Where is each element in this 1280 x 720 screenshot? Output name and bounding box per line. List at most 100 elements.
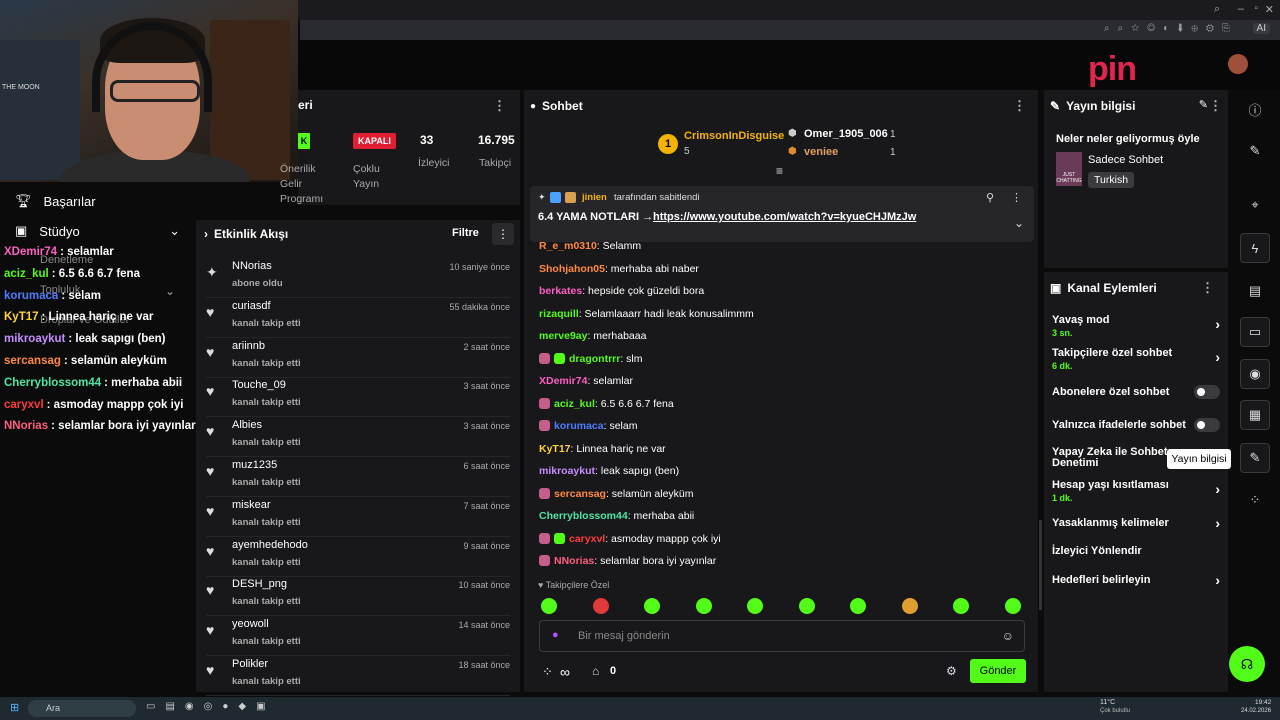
taskbar-app-icons[interactable]: ▭▤◉◎●◆▣ [146, 701, 276, 712]
goals-row[interactable]: Hedefleri belirleyin › [1052, 572, 1220, 588]
follower-chat-row[interactable]: Takipçilere özel sohbet 6 dk. › [1052, 347, 1220, 371]
activity-item[interactable]: ♥ Albies kanalı takip etti 3 saat önce [206, 417, 510, 458]
chat-username[interactable]: sercansag [554, 488, 606, 500]
more-icon[interactable]: ⋮ [493, 98, 506, 114]
ai-moderation-row[interactable]: Yapay Zeka ile Sohbet Denetimi [1052, 447, 1170, 469]
activity-item[interactable]: ♥ Touche_09 kanalı takip etti 3 saat önce [206, 377, 510, 418]
sub-chat-toggle[interactable] [1194, 385, 1220, 399]
emote-icon[interactable] [850, 598, 866, 614]
activity-item[interactable]: ♥ muz1235 kanalı takip etti 6 saat önce [206, 457, 510, 497]
raid-row[interactable]: İzleyici Yönlendir [1052, 545, 1220, 557]
emote-chat-toggle[interactable] [1194, 418, 1220, 432]
document-icon[interactable]: ▤ [1240, 276, 1270, 306]
activity-item[interactable]: ♥ ayemhedehodo kanalı takip etti 9 saat önc… [206, 537, 510, 577]
scrollbar[interactable] [1039, 520, 1042, 610]
kick-emote-icon[interactable]: ● [552, 629, 559, 641]
send-button[interactable]: Gönder [970, 659, 1026, 683]
search-icon[interactable]: ⌕ [1214, 3, 1220, 16]
chat-username[interactable]: aciz_kul [554, 398, 595, 410]
account-age-row[interactable]: Hesap yaşı kısıtlaması 1 dk. › [1052, 479, 1220, 503]
activity-item[interactable]: ♥ yeowoll kanalı takip etti 14 saat önce [206, 616, 510, 657]
support-button[interactable]: ☊ [1229, 646, 1265, 682]
maximize-icon[interactable]: ▫ [1254, 3, 1258, 14]
pinned-by-user[interactable]: jinien [582, 192, 607, 203]
close-icon[interactable]: ✕ [1265, 3, 1274, 16]
more-icon[interactable]: ⋮ [1201, 280, 1214, 296]
leader-name[interactable]: veniee [804, 146, 838, 158]
chat-username[interactable]: KyT17 [539, 443, 571, 455]
channel-points-icon[interactable]: ⁘ [542, 664, 553, 680]
chat-username[interactable]: Cherryblossom44 [539, 510, 628, 522]
lightning-icon[interactable]: ϟ [1240, 233, 1270, 263]
emote-icon[interactable] [592, 598, 609, 614]
avatar[interactable] [1228, 54, 1248, 74]
address-bar[interactable]: AI ⌕⌕☆◎◐⬇⊕⚙⎘ [300, 20, 1280, 40]
windows-start-icon[interactable]: ⊞ [10, 701, 19, 714]
category-name[interactable]: Sadece Sohbet [1088, 154, 1163, 166]
clip-icon[interactable]: ⌖ [1240, 190, 1270, 220]
chat-username[interactable]: XDemir74 [539, 375, 587, 387]
nav-studio[interactable]: ▣ Stüdyo ⌄ [15, 223, 180, 239]
chat-username[interactable]: mikroaykut [539, 465, 595, 477]
chat-username[interactable]: merve9ay [539, 330, 587, 342]
category-thumbnail[interactable]: JUST CHATTING [1056, 152, 1082, 186]
chat-text: : Selamlaaarr hadi leak konusalimmm [578, 307, 754, 320]
pinned-link[interactable]: https://www.youtube.com/watch?v=kyueCHJM… [653, 211, 916, 223]
more-icon[interactable]: ⋮ [1011, 191, 1022, 204]
chat-username[interactable]: korumaca [554, 420, 604, 432]
chat-input[interactable]: ● Bir mesaj gönderin ☺ [539, 620, 1025, 652]
emote-icon[interactable] [798, 598, 815, 614]
emote-icon[interactable] [953, 598, 969, 614]
broadcast-icon[interactable]: ◉ [1240, 359, 1270, 389]
chat-username[interactable]: caryxvl [569, 533, 605, 545]
chevron-down-icon[interactable]: ⌄ [1014, 216, 1024, 230]
emote-icon[interactable] [541, 598, 557, 614]
expand-icon[interactable]: ≡ [776, 164, 783, 178]
chat-text: : hepside çok güzeldi bora [582, 285, 705, 297]
minimize-icon[interactable]: – [1238, 3, 1244, 15]
edit-icon[interactable]: ✎ [1240, 136, 1270, 166]
emote-icon[interactable] [901, 598, 918, 614]
settings-icon[interactable]: ⚙ [946, 664, 957, 678]
chat-username[interactable]: Shohjahon05 [539, 263, 605, 275]
emote-icon[interactable] [1004, 598, 1021, 614]
info-icon[interactable]: ⓘ [1240, 94, 1270, 124]
browser-toolbar-icons[interactable]: ⌕⌕☆◎◐⬇⊕⚙⎘ [1104, 23, 1238, 34]
more-icon[interactable]: ⋮ [1209, 98, 1222, 114]
chat-username[interactable]: NNorias [554, 555, 594, 567]
chat-icon[interactable]: ▭ [1240, 317, 1270, 347]
activity-item[interactable]: ♥ curiasdf kanalı takip etti 55 dakika önce [206, 298, 510, 338]
slow-mode-row[interactable]: Yavaş mod 3 sn. › [1052, 314, 1220, 338]
layout-icon[interactable]: ▦ [1240, 400, 1270, 430]
activity-item[interactable]: ♥ ariinnb kanalı takip etti 2 saat önce [206, 338, 510, 378]
filter-button[interactable]: Filtre [452, 227, 479, 239]
emoji-icon[interactable]: ☺ [1002, 629, 1014, 643]
points-icon[interactable]: ⁘ [1240, 485, 1270, 515]
chat-username[interactable]: berkates [539, 285, 582, 297]
multistream-status[interactable]: KAPALI [353, 133, 396, 149]
nav-achievements[interactable]: 🏆︎ Başarılar [15, 193, 96, 209]
chat-username[interactable]: rizaquill [539, 308, 579, 320]
ai-button[interactable]: AI [1252, 23, 1270, 34]
chat-username[interactable]: R_e_m0310 [539, 240, 597, 252]
more-icon[interactable]: ⋮ [1013, 98, 1026, 114]
emote-icon[interactable] [644, 598, 660, 614]
leader-name[interactable]: CrimsonInDisguise [684, 130, 784, 142]
chat-panel: ● Sohbet ⋮ 1 CrimsonInDisguise 5 ⬢ Omer_1… [524, 90, 1038, 692]
emote-icon[interactable] [695, 598, 712, 614]
activity-item[interactable]: ♥ Polikler kanalı takip etti 18 saat önce [206, 656, 510, 696]
chest-icon[interactable]: ⌂ [592, 664, 599, 678]
activity-item[interactable]: ♥ DESH_png kanalı takip etti 10 saat önce [206, 576, 510, 617]
more-icon[interactable]: ⋮ [492, 223, 514, 245]
wrench-icon[interactable]: ✎ [1240, 443, 1270, 473]
activity-item[interactable]: ♥ miskear kanalı takip etti 7 saat önce [206, 497, 510, 537]
activity-item[interactable]: ✦ NNorias abone oldu 10 saniye önce [206, 258, 510, 298]
taskbar-search[interactable]: Ara [28, 700, 136, 717]
banned-words-row[interactable]: Yasaklanmış kelimeler › [1052, 515, 1220, 531]
unpin-icon[interactable]: ⚲ [986, 191, 994, 204]
chat-message: NNorias: selamlar bora iyi yayınlar [539, 555, 716, 567]
chat-username[interactable]: dragontrrr [569, 353, 620, 365]
emote-icon[interactable] [747, 598, 763, 614]
leader-name[interactable]: Omer_1905_006 [804, 128, 888, 140]
edit-icon[interactable]: ✎ [1199, 98, 1208, 111]
